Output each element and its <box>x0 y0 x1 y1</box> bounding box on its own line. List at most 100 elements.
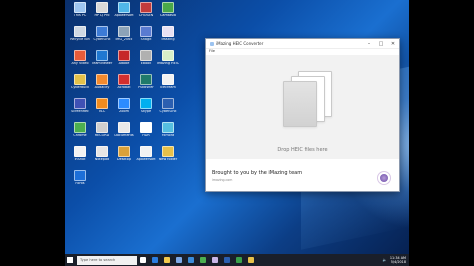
folder-icon[interactable] <box>245 254 257 266</box>
desktop-icon-label: InShot <box>74 158 86 161</box>
imazing-heic-window[interactable]: iMazing HEIC Converter – □ ✕ File Drop H… <box>205 38 400 192</box>
desktop-icon[interactable]: Cyberduck <box>69 74 91 96</box>
desktop-icon-label: Skype <box>140 110 152 113</box>
start-button[interactable] <box>65 254 75 266</box>
app-icon <box>74 26 86 37</box>
speaker-icon[interactable]: 🔈 <box>383 258 387 262</box>
desktop-icon[interactable]: Camtasia <box>157 2 179 24</box>
desktop-icon[interactable]: InShot <box>69 146 91 168</box>
desktop-icon[interactable]: Acrobat <box>113 74 135 96</box>
desktop-icon[interactable]: TeamViewer <box>91 50 113 72</box>
desktop-icon[interactable]: iMazing HEIC <box>157 50 179 72</box>
desktop-icon-label: TeamViewer <box>91 62 113 65</box>
file-explorer-icon[interactable] <box>161 254 173 266</box>
task-view-icon[interactable] <box>137 254 149 266</box>
store-icon[interactable] <box>173 254 185 266</box>
app-icon <box>118 146 130 157</box>
desktop-icon-label: Zoom <box>119 110 129 113</box>
app-icon <box>162 122 174 133</box>
app-icon <box>118 74 130 85</box>
app-icon <box>74 2 86 13</box>
close-button[interactable]: ✕ <box>387 39 399 49</box>
desktop-icon[interactable]: Notepad <box>91 146 113 168</box>
desktop-icon[interactable]: Ebook <box>135 50 157 72</box>
maximize-button[interactable]: □ <box>375 39 387 49</box>
desktop-icon[interactable]: Publisher <box>135 74 157 96</box>
taskbar-apps <box>137 254 257 266</box>
app-icon <box>74 146 86 157</box>
desktop-icon[interactable]: IMG_2065 <box>113 26 135 48</box>
app-icon <box>140 50 152 61</box>
desktop-icon-label: Ebook <box>140 62 152 65</box>
app-icon <box>96 146 108 157</box>
desktop-icon[interactable]: Apowersoft <box>113 2 135 24</box>
desktop-icon[interactable]: Fonts <box>69 170 91 192</box>
desktop-icon[interactable]: Zoom <box>113 98 135 120</box>
desktop-icon[interactable]: iMazing <box>157 26 179 48</box>
desktop-icon-label: This PC <box>73 14 87 17</box>
app-icon <box>96 2 108 13</box>
desktop-icon[interactable]: CyberLink <box>91 26 113 48</box>
desktop-icon-label: HDR <box>142 134 150 137</box>
chrome-icon[interactable] <box>197 254 209 266</box>
desktop-icon[interactable]: Skype <box>135 98 157 120</box>
mail-icon[interactable] <box>185 254 197 266</box>
word-icon[interactable] <box>221 254 233 266</box>
desktop-icon[interactable]: Adobe <box>113 50 135 72</box>
desktop-icon[interactable]: Desktop <box>113 146 135 168</box>
app-icon <box>162 2 174 13</box>
app-icon <box>140 26 152 37</box>
app-icon <box>118 98 130 109</box>
desktop-icon-label: IMG_2065 <box>115 38 133 41</box>
desktop-icon-label: Any Video <box>71 62 89 65</box>
desktop-icon[interactable]: This PC <box>69 2 91 24</box>
app-icon <box>162 50 174 61</box>
clock[interactable]: 11:34 AM 5/4/2018 <box>390 256 406 264</box>
imazing-logo-icon <box>377 171 391 185</box>
promo-banner[interactable]: Brought to you by the iMazing team imazi… <box>206 164 399 191</box>
desktop-icon-label: Filmora <box>161 134 175 137</box>
desktop-icon-label: Notepad <box>94 158 110 161</box>
imazing-icon[interactable] <box>209 254 221 266</box>
desktop-icon[interactable]: New folder <box>157 146 179 168</box>
clock-date: 5/4/2018 <box>390 260 406 264</box>
desktop-icon-label: Fonts <box>75 182 85 185</box>
taskbar-search[interactable]: Type here to search <box>77 255 137 265</box>
app-icon <box>74 170 86 181</box>
desktop-icon[interactable]: Snagit <box>135 26 157 48</box>
desktop-icon[interactable]: Icecream <box>157 74 179 96</box>
camtasia-icon[interactable] <box>233 254 245 266</box>
title-bar[interactable]: iMazing HEIC Converter – □ ✕ <box>206 39 399 49</box>
app-icon <box>74 74 86 85</box>
desktop-icon[interactable]: Chrome <box>69 122 91 144</box>
desktop-icon[interactable]: VLC <box>91 98 113 120</box>
minimize-button[interactable]: – <box>363 39 375 49</box>
desktop-icon[interactable]: Any Video <box>69 50 91 72</box>
desktop-icon[interactable]: ScreenRec <box>69 98 91 120</box>
desktop-icon-label: Icecream <box>160 86 176 89</box>
desktop-icon[interactable]: Audacity <box>91 74 113 96</box>
desktop-icon[interactable]: Filmora <box>157 122 179 144</box>
desktop-icon[interactable]: Recycle Bin <box>69 26 91 48</box>
desktop-icon-label: Camtasia <box>160 14 176 17</box>
desktop-icon[interactable]: CHOSEN <box>135 2 157 24</box>
desktop-icon-label: ScreenRec <box>71 110 89 113</box>
desktop-icon[interactable]: HP LJ Pro <box>91 2 113 24</box>
app-icon <box>118 50 130 61</box>
app-icon <box>140 74 152 85</box>
app-icon <box>96 98 108 109</box>
desktop-icon[interactable]: Documents <box>113 122 135 144</box>
window-title: iMazing HEIC Converter <box>216 41 264 46</box>
app-icon <box>118 122 130 133</box>
app-icon <box>74 50 86 61</box>
desktop-icon[interactable]: CyberLink <box>157 98 179 120</box>
edge-icon[interactable] <box>149 254 161 266</box>
desktop-icon[interactable]: HDR <box>135 122 157 144</box>
drop-zone[interactable]: Drop HEIC files here <box>206 55 399 159</box>
app-icon <box>96 74 108 85</box>
desktop-icon[interactable]: Apowersoft <box>135 146 157 168</box>
desktop-icon-label: New folder <box>158 158 178 161</box>
promo-link[interactable]: imazing.com <box>212 178 399 182</box>
desktop-icon[interactable]: RECORD <box>91 122 113 144</box>
app-icon <box>96 26 108 37</box>
